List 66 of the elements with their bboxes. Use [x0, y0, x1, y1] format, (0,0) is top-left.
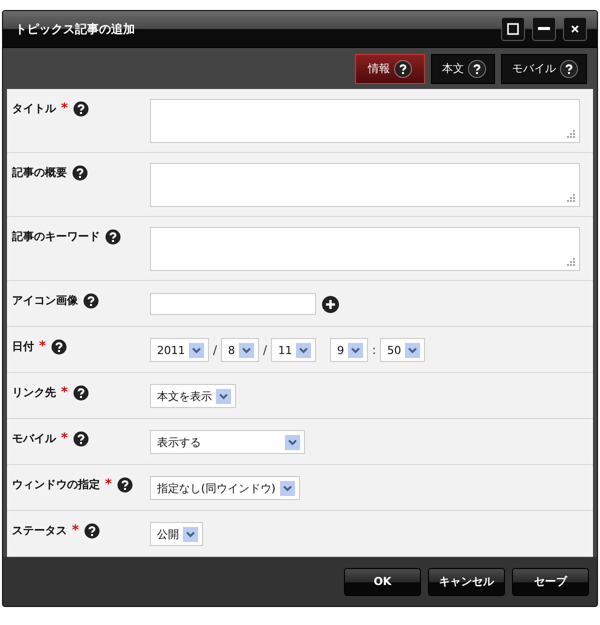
caret-icon	[405, 342, 420, 358]
field-label: 記事のキーワード	[12, 229, 100, 244]
input-field[interactable]	[150, 293, 316, 315]
required-mark: *	[72, 523, 79, 538]
close-button[interactable]	[563, 17, 587, 41]
field-label: ステータス	[12, 523, 67, 538]
caret-icon	[280, 480, 295, 496]
help-icon[interactable]	[72, 385, 89, 401]
required-mark: *	[61, 385, 68, 400]
field-label: 日付	[12, 339, 34, 354]
caret-icon	[285, 434, 300, 450]
field-label: タイトル	[12, 101, 56, 116]
minimize-button[interactable]	[532, 17, 556, 41]
maximize-button[interactable]	[501, 17, 525, 41]
resize-grip-icon	[567, 130, 575, 138]
required-mark: *	[105, 477, 112, 492]
dialog-button[interactable]: キャンセル	[428, 568, 505, 596]
dropdown[interactable]: 表示する	[150, 430, 305, 454]
dropdown[interactable]: 本文を表示	[150, 384, 236, 408]
required-mark: *	[61, 101, 68, 116]
help-icon[interactable]	[394, 60, 412, 78]
window-title: トピックス記事の追加	[15, 20, 135, 38]
dropdown[interactable]: 9	[330, 338, 368, 362]
tab[interactable]: モバイル	[501, 54, 587, 84]
date-separator: /	[213, 343, 218, 357]
field-label: ウィンドウの指定	[12, 477, 100, 492]
date-separator: /	[263, 343, 268, 357]
required-mark: *	[39, 339, 46, 354]
resize-grip-icon	[567, 194, 575, 202]
caret-icon	[189, 342, 204, 358]
dialog-button[interactable]: OK	[344, 568, 421, 596]
caret-icon	[296, 342, 312, 358]
minimize-icon	[538, 27, 550, 31]
caret-icon	[348, 342, 364, 358]
dropdown[interactable]: 8	[221, 338, 260, 362]
date-separator: :	[372, 343, 376, 357]
field-label: リンク先	[12, 385, 56, 400]
resize-grip-icon	[567, 258, 575, 266]
help-icon[interactable]	[84, 523, 100, 539]
help-icon[interactable]	[116, 477, 133, 493]
field-label: モバイル	[12, 431, 56, 446]
help-icon[interactable]	[83, 293, 99, 309]
help-icon[interactable]	[72, 431, 89, 447]
field-label: アイコン画像	[12, 293, 78, 308]
caret-icon	[239, 342, 254, 358]
help-icon[interactable]	[105, 229, 121, 245]
caret-icon	[183, 526, 198, 542]
help-icon[interactable]	[50, 339, 67, 355]
maximize-icon	[507, 23, 519, 35]
dropdown[interactable]: 2011	[150, 338, 209, 362]
caret-icon	[216, 388, 231, 404]
dropdown[interactable]: 11	[271, 338, 316, 362]
help-icon[interactable]	[560, 60, 578, 78]
tab[interactable]: 情報	[355, 54, 425, 84]
required-mark: *	[61, 431, 68, 446]
tab[interactable]: 本文	[431, 54, 495, 84]
field-label: 記事の概要	[12, 165, 67, 180]
dialog-button[interactable]: セーブ	[512, 568, 589, 596]
help-icon[interactable]	[72, 165, 88, 181]
help-icon[interactable]	[468, 60, 486, 78]
dropdown[interactable]: 公開	[150, 522, 203, 546]
help-icon[interactable]	[72, 101, 89, 117]
close-icon	[571, 25, 579, 33]
add-icon[interactable]	[322, 296, 339, 312]
dropdown[interactable]: 指定なし(同ウインドウ)	[150, 476, 300, 500]
dropdown[interactable]: 50	[380, 338, 426, 362]
